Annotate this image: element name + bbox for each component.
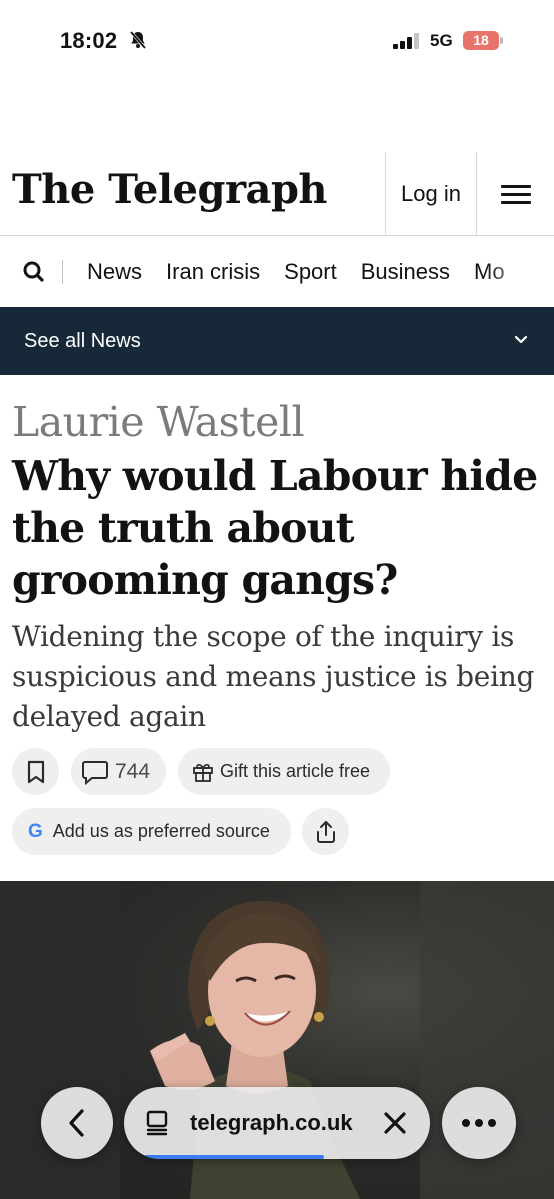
battery-icon: 18: [463, 31, 503, 50]
page-load-progress: [144, 1155, 324, 1159]
article-standfirst: Widening the scope of the inquiry is sus…: [12, 620, 535, 733]
share-button[interactable]: [302, 808, 349, 855]
more-options-button[interactable]: [442, 1087, 516, 1159]
nav-item-news[interactable]: News: [87, 259, 142, 285]
share-icon: [316, 820, 335, 843]
chevron-down-icon: [514, 335, 528, 344]
see-all-news-label: See all News: [24, 329, 141, 352]
status-bar: 18:02 5G 18: [0, 0, 554, 84]
status-time: 18:02: [60, 28, 118, 53]
preferred-source-label: Add us as preferred source: [52, 821, 270, 841]
login-button[interactable]: Log in: [385, 152, 477, 236]
nav-item-business[interactable]: Business: [361, 259, 450, 285]
address-bar[interactable]: telegraph.co.uk: [124, 1087, 430, 1159]
see-all-news-bar[interactable]: See all News: [0, 307, 554, 375]
menu-button[interactable]: [477, 152, 554, 236]
chevron-left-icon: [69, 1109, 84, 1137]
masthead: The Telegraph Log in: [0, 152, 554, 236]
gift-icon: [193, 763, 213, 782]
login-label: Log in: [401, 181, 461, 206]
bookmark-icon: [27, 760, 44, 783]
comments-button[interactable]: 744: [71, 748, 166, 795]
back-button[interactable]: [41, 1087, 113, 1159]
comment-icon: [82, 760, 108, 785]
article-author[interactable]: Laurie Wastell: [12, 398, 305, 446]
nav-item-iran-crisis[interactable]: Iran crisis: [166, 259, 260, 285]
more-dots-icon: [462, 1119, 496, 1127]
search-icon: [23, 261, 44, 282]
article-headline: Why would Labour hide the truth about gr…: [12, 452, 538, 604]
url-text: telegraph.co.uk: [190, 1110, 353, 1135]
bookmark-button[interactable]: [12, 748, 59, 795]
search-button[interactable]: [14, 252, 54, 292]
gift-label: Gift this article free: [220, 761, 371, 781]
hamburger-icon: [500, 180, 531, 209]
section-nav: News Iran crisis Sport Business Mo: [0, 236, 554, 307]
close-icon[interactable]: [382, 1110, 408, 1136]
google-icon: G: [28, 820, 43, 842]
preferred-source-button[interactable]: G Add us as preferred source: [12, 808, 291, 855]
tab-overview-icon: [146, 1110, 168, 1136]
nav-item-sport[interactable]: Sport: [284, 259, 337, 285]
nav-fade: [484, 236, 554, 307]
network-type: 5G: [430, 31, 453, 50]
nav-divider: [62, 259, 63, 284]
comment-count: 744: [115, 759, 151, 783]
telegraph-logo[interactable]: The Telegraph: [12, 166, 328, 213]
gift-article-button[interactable]: Gift this article free: [178, 748, 390, 795]
signal-icon: [393, 33, 419, 49]
bell-muted-icon: [129, 31, 147, 49]
battery-level: 18: [463, 31, 499, 50]
